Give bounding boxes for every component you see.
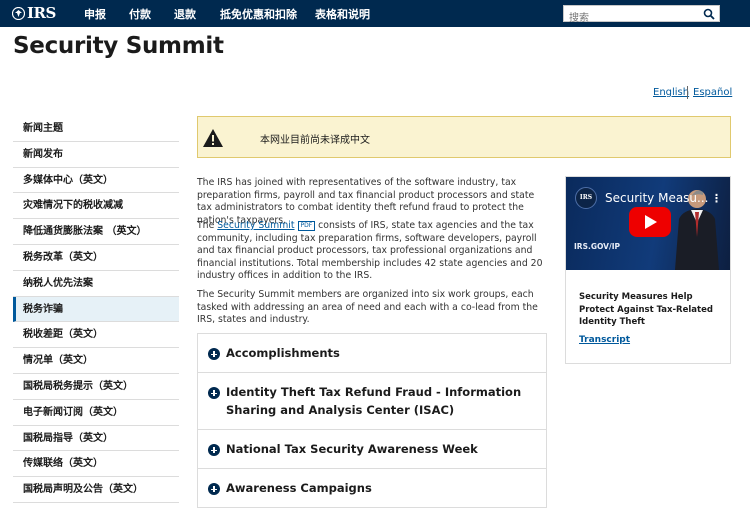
- page-title: Security Summit: [13, 33, 224, 59]
- irs-logo[interactable]: IRS: [12, 4, 56, 22]
- sidebar-item-taxpayer-first-act[interactable]: 纳税人优先法案: [13, 271, 179, 297]
- plus-circle-icon: [208, 444, 220, 456]
- security-summit-link[interactable]: Security Summit: [217, 220, 294, 231]
- lang-spanish-link[interactable]: Español: [693, 87, 732, 98]
- video-thumbnail[interactable]: IRS Security Measu... ⋮ IRS.GOV/IP: [566, 177, 730, 270]
- video-url-text: IRS.GOV/IP: [574, 242, 620, 251]
- membership-prefix: The: [197, 220, 218, 231]
- translation-alert: 本网业目前尚未译成中文: [197, 116, 731, 158]
- irs-seal-logo: IRS: [575, 187, 597, 209]
- search-icon[interactable]: [703, 8, 715, 20]
- nav-forms-instructions[interactable]: 表格和说明: [315, 6, 370, 22]
- accordion-label: Awareness Campaigns: [226, 481, 372, 495]
- video-menu-icon[interactable]: ⋮: [711, 192, 722, 205]
- alert-text: 本网业目前尚未译成中文: [260, 135, 370, 146]
- video-card: IRS Security Measu... ⋮ IRS.GOV/IP Secur…: [565, 176, 731, 364]
- accordion-label: Identity Theft Tax Refund Fraud - Inform…: [226, 385, 522, 417]
- plus-circle-icon: [208, 348, 220, 360]
- accordion-item-accomplishments[interactable]: Accomplishments: [198, 334, 546, 373]
- sidebar-item-media-contacts[interactable]: 传媒联络（英文）: [13, 451, 179, 478]
- sidebar-item-guidance[interactable]: 国税局指导（英文）: [13, 426, 179, 452]
- sidebar-item-news-releases[interactable]: 新闻发布: [13, 142, 179, 168]
- sidebar-item-multimedia[interactable]: 多媒体中心（英文）: [13, 168, 179, 194]
- sidebar-item-tax-scams[interactable]: 税务诈骗: [13, 296, 179, 323]
- play-button-icon[interactable]: [629, 207, 671, 237]
- warning-icon: [203, 129, 223, 147]
- eagle-icon: [12, 6, 25, 20]
- accordion: Accomplishments Identity Theft Tax Refun…: [197, 333, 547, 508]
- nav-credits-deductions[interactable]: 抵免优惠和扣除: [220, 6, 297, 22]
- nav-pay[interactable]: 付款: [129, 6, 151, 22]
- accordion-item-awareness-campaigns[interactable]: Awareness Campaigns: [198, 469, 546, 508]
- video-caption: Security Measures Help Protect Against T…: [579, 292, 713, 327]
- sidebar-item-disaster-relief[interactable]: 灾难情况下的税收减减: [13, 193, 179, 220]
- accordion-item-awareness-week[interactable]: National Tax Security Awareness Week: [198, 430, 546, 469]
- sidebar-item-news-topics[interactable]: 新闻主题: [13, 116, 179, 142]
- top-nav-bar: IRS 申报 付款 退款 抵免优惠和扣除 表格和说明: [0, 0, 750, 27]
- sidebar-nav: 新闻主题 新闻发布 多媒体中心（英文） 灾难情况下的税收减减 降低通货膨胀法案 …: [13, 116, 179, 503]
- lang-english-link[interactable]: English: [653, 87, 689, 98]
- transcript-link[interactable]: Transcript: [579, 335, 630, 345]
- search-box: [563, 5, 720, 26]
- sidebar-item-statements[interactable]: 国税局声明及公告（英文）: [13, 477, 179, 503]
- sidebar-item-e-news[interactable]: 电子新闻订阅（英文）: [13, 400, 179, 426]
- accordion-item-isac[interactable]: Identity Theft Tax Refund Fraud - Inform…: [198, 373, 546, 430]
- lang-divider: [687, 86, 688, 99]
- accordion-label: National Tax Security Awareness Week: [226, 442, 478, 456]
- search-input[interactable]: [564, 11, 694, 26]
- pdf-badge: PDF: [297, 221, 316, 231]
- sidebar-item-inflation-reduction-act[interactable]: 降低通货膨胀法案 （英文）: [13, 219, 179, 245]
- nav-refunds[interactable]: 退款: [174, 6, 196, 22]
- accordion-label: Accomplishments: [226, 346, 340, 360]
- logo-text: IRS: [27, 4, 56, 22]
- video-title: Security Measu...: [605, 191, 709, 205]
- plus-circle-icon: [208, 387, 220, 399]
- sidebar-item-tax-tips[interactable]: 国税局税务提示（英文）: [13, 374, 179, 400]
- sidebar-item-fact-sheets[interactable]: 情况单（英文）: [13, 348, 179, 374]
- plus-circle-icon: [208, 483, 220, 495]
- sidebar-item-tax-reform[interactable]: 税务改革（英文）: [13, 245, 179, 271]
- sidebar-item-tax-gap[interactable]: 税收差距（英文）: [13, 322, 179, 349]
- nav-file[interactable]: 申报: [84, 6, 106, 22]
- membership-paragraph: The Security Summit PDF consists of IRS,…: [197, 220, 549, 283]
- work-groups-paragraph: The Security Summit members are organize…: [197, 289, 538, 325]
